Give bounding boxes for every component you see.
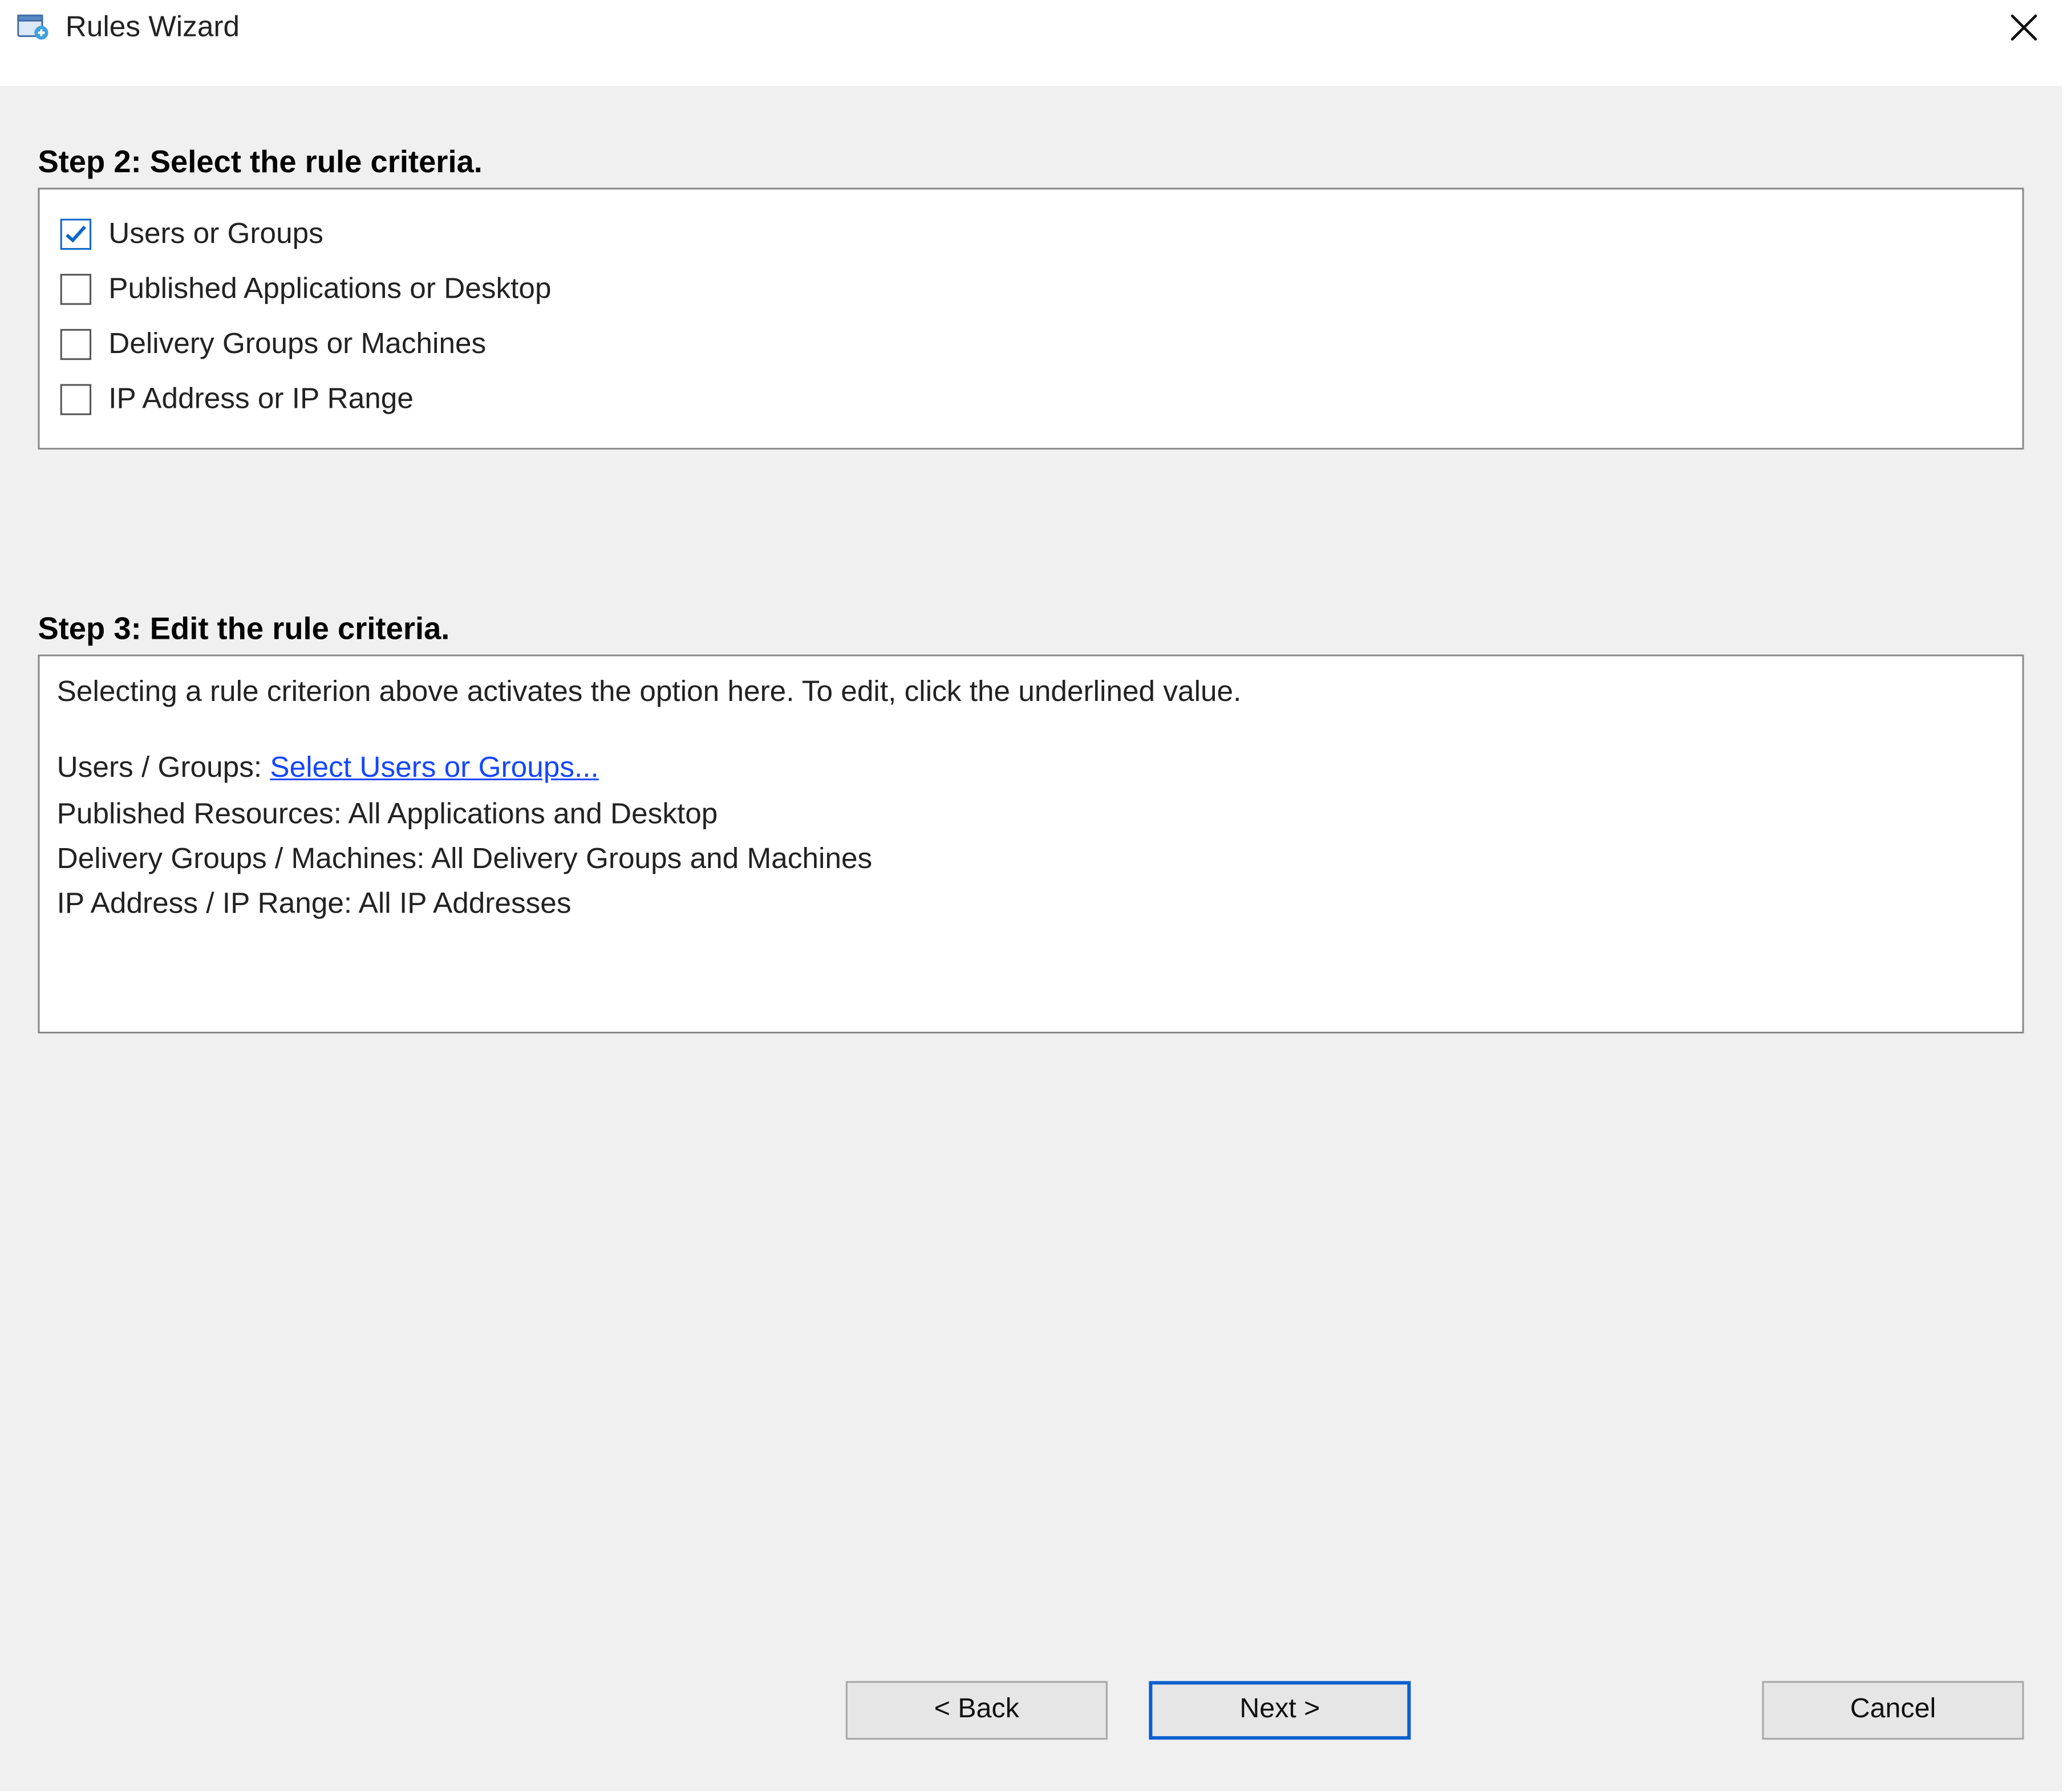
titlebar-left: Rules Wizard <box>17 10 240 44</box>
step2-heading: Step 2: Select the rule criteria. <box>38 145 2024 181</box>
edit-ip-value: All IP Addresses <box>359 887 572 920</box>
wizard-button-row: < Back Next > Cancel <box>38 1681 2024 1740</box>
edit-delivery-value: All Delivery Groups and Machines <box>431 842 872 875</box>
criteria-label: Delivery Groups or Machines <box>108 327 486 362</box>
criteria-label: IP Address or IP Range <box>108 382 414 416</box>
nav-button-group: < Back Next > <box>846 1681 1411 1740</box>
edit-line-ip: IP Address / IP Range: All IP Addresses <box>57 882 2005 928</box>
checkbox-users-or-groups[interactable] <box>60 219 91 250</box>
titlebar: Rules Wizard <box>0 0 2067 48</box>
criteria-row-ip-address[interactable]: IP Address or IP Range <box>57 372 2005 427</box>
edit-hint: Selecting a rule criterion above activat… <box>57 670 2005 716</box>
checkbox-published-applications[interactable] <box>60 274 91 305</box>
edit-users-label: Users / Groups: <box>57 752 270 784</box>
edit-line-published: Published Resources: All Applications an… <box>57 792 2005 837</box>
edit-criteria-box: Selecting a rule criterion above activat… <box>38 655 2024 1033</box>
cancel-wrap: Cancel <box>1762 1681 2024 1740</box>
criteria-label: Users or Groups <box>108 217 323 252</box>
criteria-label: Published Applications or Desktop <box>108 272 551 306</box>
cancel-button[interactable]: Cancel <box>1762 1681 2024 1740</box>
wizard-body: Step 2: Select the rule criteria. Users … <box>0 86 2062 1791</box>
back-button[interactable]: < Back <box>846 1681 1108 1740</box>
step3-heading: Step 3: Edit the rule criteria. <box>38 611 2024 647</box>
checkbox-ip-address[interactable] <box>60 384 91 415</box>
rules-wizard-window: Rules Wizard Step 2: Select the rule cri… <box>0 0 2067 1791</box>
criteria-list: Users or Groups Published Applications o… <box>38 188 2024 449</box>
next-button[interactable]: Next > <box>1149 1681 1411 1740</box>
close-button[interactable] <box>2001 10 2046 44</box>
edit-published-value: All Applications and Desktop <box>348 797 718 829</box>
select-users-link[interactable]: Select Users or Groups... <box>270 752 598 784</box>
edit-ip-label: IP Address / IP Range: <box>57 887 359 920</box>
spacer <box>38 449 2024 605</box>
criteria-row-delivery-groups[interactable]: Delivery Groups or Machines <box>57 317 2005 372</box>
checkbox-delivery-groups[interactable] <box>60 329 91 360</box>
edit-delivery-label: Delivery Groups / Machines: <box>57 842 431 875</box>
criteria-row-users-or-groups[interactable]: Users or Groups <box>57 206 2005 262</box>
app-icon <box>17 12 51 43</box>
edit-line-delivery: Delivery Groups / Machines: All Delivery… <box>57 837 2005 883</box>
edit-line-users: Users / Groups: Select Users or Groups..… <box>57 747 2005 792</box>
window-title: Rules Wizard <box>66 10 240 44</box>
criteria-row-published-applications[interactable]: Published Applications or Desktop <box>57 262 2005 317</box>
edit-published-label: Published Resources: <box>57 797 348 829</box>
